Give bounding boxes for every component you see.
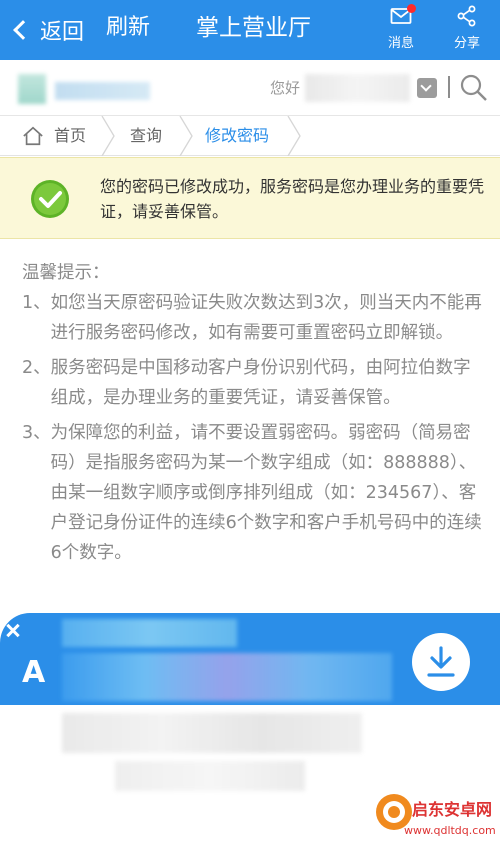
search-icon[interactable] — [458, 72, 490, 104]
back-button[interactable]: 返回 — [8, 0, 84, 60]
top-bar: 返回 刷新 掌上营业厅 消息 分享 — [0, 0, 500, 60]
ad-body-placeholder — [62, 713, 362, 753]
download-button[interactable] — [412, 633, 470, 691]
ad-header: A — [0, 613, 500, 705]
tip-text: 服务密码是中国移动客户身份识别代码，由阿拉伯数字组成，是办理业务的重要凭证，请妥… — [50, 358, 471, 408]
tip-number: 2、 — [22, 358, 51, 378]
ad-title-placeholder — [62, 619, 237, 647]
breadcrumb-separator — [179, 116, 193, 156]
username-placeholder — [305, 74, 410, 102]
ad-body-placeholder — [115, 761, 305, 791]
watermark-site-name: 启东安卓网 — [412, 800, 493, 819]
tip-text: 如您当天原密码验证失败次数达到3次，则当天内不能再进行服务密码修改，如有需要可重… — [50, 293, 482, 343]
account-dropdown-button[interactable] — [417, 78, 437, 98]
success-message: 您的密码已修改成功，服务密码是您办理业务的重要凭证，请妥善保管。 — [100, 177, 485, 221]
breadcrumb: 首页 查询 修改密码 — [0, 116, 500, 156]
tips-title: 温馨提示： — [22, 263, 110, 283]
list-item: 2、 服务密码是中国移动客户身份识别代码，由阿拉伯数字组成，是办理业务的重要凭证… — [22, 353, 482, 413]
breadcrumb-separator — [101, 116, 115, 156]
home-icon — [23, 126, 43, 146]
list-item: 1、 如您当天原密码验证失败次数达到3次，则当天内不能再进行服务密码修改，如有需… — [22, 288, 482, 348]
breadcrumb-query[interactable]: 查询 — [130, 116, 162, 156]
breadcrumb-home[interactable]: 首页 — [22, 116, 86, 156]
refresh-button[interactable]: 刷新 — [106, 0, 150, 60]
greeting-text: 您好 — [270, 79, 301, 97]
breadcrumb-separator — [287, 116, 301, 156]
unread-dot — [407, 4, 416, 13]
ad-text-placeholder — [62, 653, 392, 701]
share-label: 分享 — [453, 36, 480, 51]
user-bar: 您好 — [0, 60, 500, 116]
ad-letter: A — [22, 655, 46, 690]
breadcrumb-home-label: 首页 — [54, 126, 87, 145]
tip-number: 1、 — [22, 293, 51, 313]
tip-number: 3、 — [22, 423, 51, 443]
share-button[interactable]: 分享 — [444, 4, 490, 56]
tip-text: 为保障您的利益，请不要设置弱密码。弱密码（简易密码）是指服务密码为某一个数字组成… — [50, 423, 482, 563]
messages-label: 消息 — [387, 36, 414, 51]
app-title: 掌上营业厅 — [196, 15, 311, 41]
watermark-url: www.qdltdq.com — [404, 824, 496, 837]
messages-button[interactable]: 消息 — [378, 4, 424, 56]
divider — [448, 76, 450, 98]
close-icon[interactable] — [0, 617, 26, 643]
list-item: 3、 为保障您的利益，请不要设置弱密码。弱密码（简易密码）是指服务密码为某一个数… — [22, 418, 482, 568]
chevron-left-icon — [13, 20, 33, 40]
tips-section: 温馨提示： 1、 如您当天原密码验证失败次数达到3次，则当天内不能再进行服务密码… — [22, 258, 482, 573]
check-circle-icon — [31, 180, 69, 218]
success-notice: 您的密码已修改成功，服务密码是您办理业务的重要凭证，请妥善保管。 — [0, 157, 500, 239]
breadcrumb-current: 修改密码 — [205, 126, 270, 145]
download-icon — [427, 646, 455, 677]
logo-text-placeholder — [55, 82, 150, 100]
share-icon — [457, 5, 476, 27]
logo-placeholder — [18, 74, 46, 104]
back-label: 返回 — [40, 20, 85, 45]
